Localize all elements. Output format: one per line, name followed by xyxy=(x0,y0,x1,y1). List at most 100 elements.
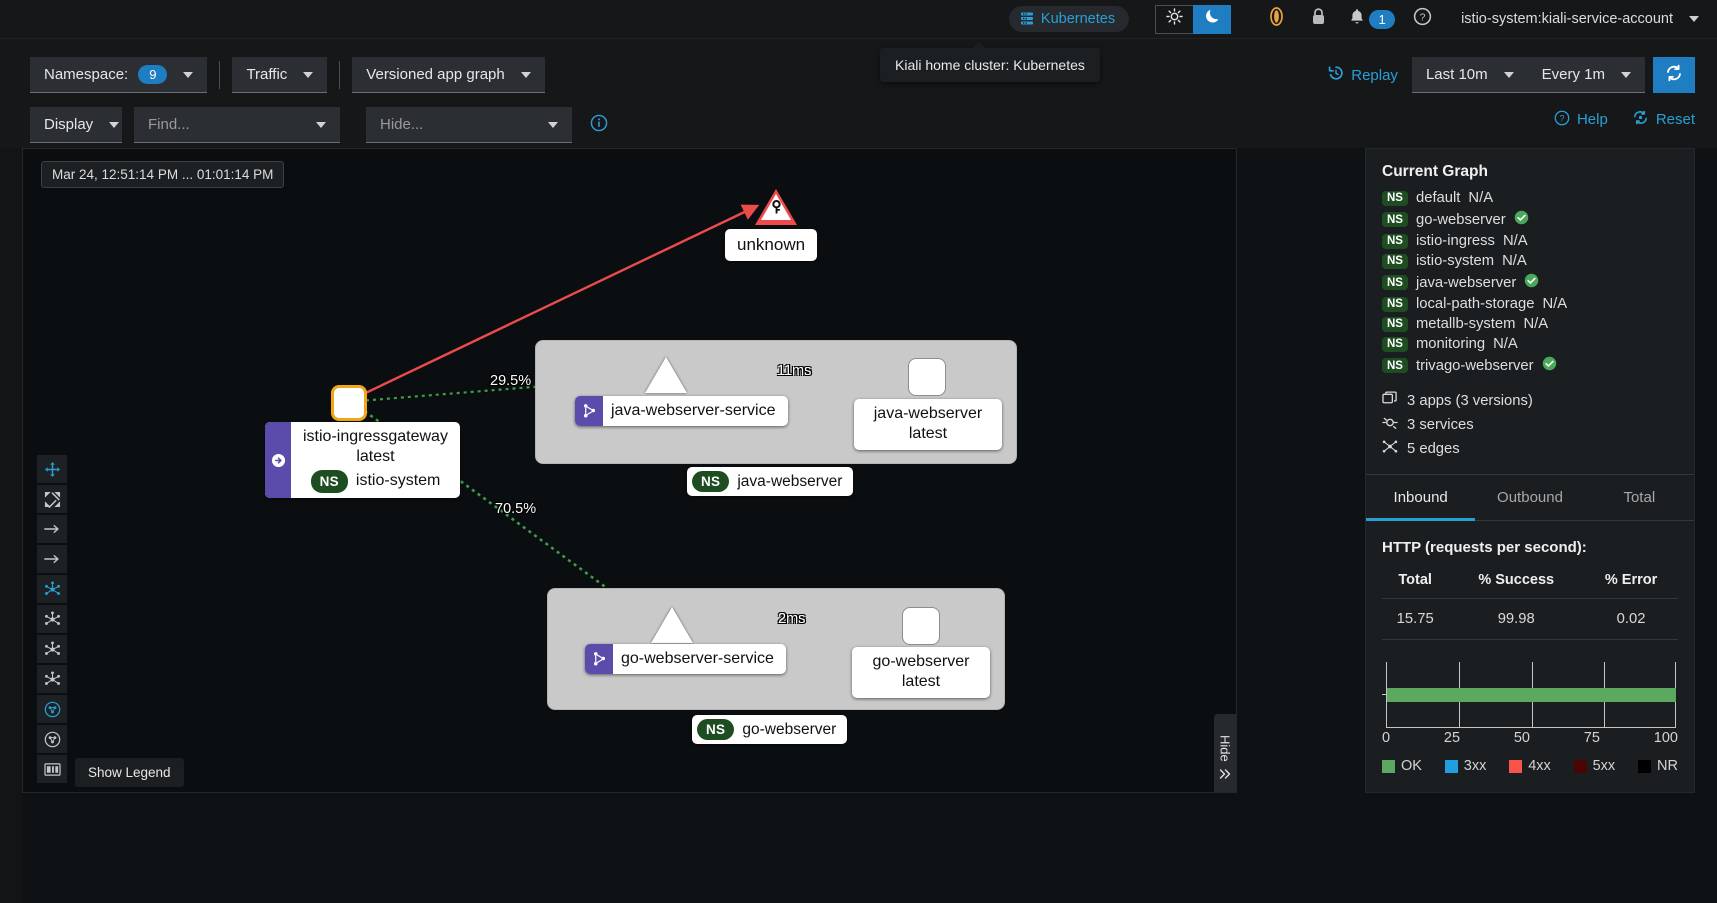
notifications-button[interactable]: 1 xyxy=(1339,8,1401,31)
ns-chip: NS xyxy=(1382,336,1408,352)
svg-text:?: ? xyxy=(1419,13,1425,24)
namespace-list-item[interactable]: NS istio-system N/A xyxy=(1382,253,1678,269)
namespace-box-label-java: NS java-webserver xyxy=(687,467,854,496)
show-legend-button[interactable] xyxy=(37,755,67,783)
toolbar-row-primary-right: Replay Last 10m Every 1m xyxy=(1328,57,1695,93)
namespace-status: N/A xyxy=(1502,233,1528,249)
cluster-chip[interactable]: Kubernetes xyxy=(1008,6,1130,32)
apps-icon xyxy=(1382,391,1398,410)
gateway-badge xyxy=(265,422,291,499)
chevron-down-icon xyxy=(183,71,194,78)
help-label: Help xyxy=(1576,111,1608,128)
legend-item-nr[interactable]: NR xyxy=(1638,758,1678,774)
namespace-label: Namespace: xyxy=(44,66,129,83)
val-error: 0.02 xyxy=(1584,598,1678,640)
layout-dagre-button[interactable] xyxy=(37,605,67,633)
namespace-list-item[interactable]: NS metallb-system N/A xyxy=(1382,316,1678,332)
circle-topology-icon xyxy=(44,701,60,717)
graph-node-go-webserver-service[interactable] xyxy=(651,607,693,643)
hide-input[interactable]: Hide... xyxy=(366,107,572,143)
layout-cola-button[interactable] xyxy=(37,575,67,603)
namespace-name: trivago-webserver xyxy=(1415,357,1534,374)
find-input[interactable]: Find... xyxy=(134,107,340,143)
graph-node-unknown[interactable] xyxy=(755,189,797,225)
legend-item-3xx[interactable]: 3xx xyxy=(1444,758,1486,774)
tab-total[interactable]: Total xyxy=(1584,475,1694,521)
virtual-service-badge xyxy=(585,644,613,675)
help-button[interactable]: ? xyxy=(1401,0,1443,38)
summary-services-text: 3 services xyxy=(1407,416,1474,433)
legend-icon xyxy=(43,762,61,776)
theme-toggle[interactable] xyxy=(1155,4,1232,34)
graph-canvas[interactable]: Mar 24, 12:51:14 PM ... 01:01:14 PM NS j… xyxy=(22,148,1237,793)
layout-grid-button[interactable] xyxy=(37,545,67,573)
graph-help-info-button[interactable] xyxy=(590,114,608,137)
namespace-layout-button[interactable] xyxy=(37,695,67,723)
topology-icon xyxy=(44,670,60,685)
tab-outbound[interactable]: Outbound xyxy=(1475,475,1585,521)
graph-node-java-webserver-service[interactable] xyxy=(645,357,687,393)
namespace-layout2-button[interactable] xyxy=(37,725,67,753)
ns-chip: NS xyxy=(1382,190,1408,206)
graph-type-selector[interactable]: Versioned app graph xyxy=(352,57,545,93)
namespace-name: java-webserver xyxy=(1415,274,1517,291)
refresh-interval-label: Every 1m xyxy=(1541,66,1605,83)
namespace-selector[interactable]: Namespace: 9 xyxy=(30,57,208,93)
light-theme-button[interactable] xyxy=(1155,4,1194,34)
refresh-button[interactable] xyxy=(1653,57,1695,93)
duration-selector[interactable]: Last 10m xyxy=(1411,57,1528,93)
layout-concentric-button[interactable] xyxy=(37,665,67,693)
side-panel-hide-handle[interactable]: Hide xyxy=(1214,714,1236,792)
namespace-list-item[interactable]: NS monitoring N/A xyxy=(1382,336,1678,352)
legend-item-ok[interactable]: OK xyxy=(1382,758,1422,774)
val-success: 99.98 xyxy=(1448,598,1585,640)
namespace-list-item[interactable]: NS local-path-storage N/A xyxy=(1382,296,1678,312)
tab-inbound[interactable]: Inbound xyxy=(1366,475,1476,521)
namespace-list-item[interactable]: NS java-webserver xyxy=(1382,273,1678,292)
namespace-list-item[interactable]: NS istio-ingress N/A xyxy=(1382,233,1678,249)
legend-item-5xx[interactable]: 5xx xyxy=(1573,758,1615,774)
graph-summary: 3 apps (3 versions) 3 services 5 edges xyxy=(1382,391,1678,458)
replay-button[interactable]: Replay xyxy=(1328,65,1398,85)
toolbar-divider xyxy=(339,61,341,89)
summary-services: 3 services xyxy=(1382,415,1678,434)
layout-dagre-lr-button[interactable] xyxy=(37,515,67,543)
fit-to-screen-button[interactable] xyxy=(37,485,67,513)
reset-link[interactable]: Reset xyxy=(1632,109,1695,130)
traffic-selector[interactable]: Traffic xyxy=(232,57,328,93)
security-lock-button[interactable] xyxy=(1297,0,1339,38)
graph-node-go-webserver-app[interactable] xyxy=(902,607,940,645)
drag-mode-button[interactable] xyxy=(37,455,67,483)
istio-status-button[interactable] xyxy=(1255,0,1297,38)
graph-node-istio-ingressgateway[interactable] xyxy=(331,385,367,421)
graph-node-label-go-service: go-webserver-service xyxy=(585,644,786,675)
arrow-right-icon xyxy=(44,555,59,563)
question-circle-icon: ? xyxy=(1554,110,1570,130)
legend-item-4xx[interactable]: 4xx xyxy=(1509,758,1551,774)
graph-node-java-webserver-app[interactable] xyxy=(908,358,946,396)
display-selector[interactable]: Display xyxy=(30,107,122,143)
graph-node-version: latest xyxy=(901,673,941,691)
graph-tools-toolbar xyxy=(37,455,67,783)
toolbar-divider xyxy=(219,61,221,89)
namespace-list-item[interactable]: NS default N/A xyxy=(1382,190,1678,206)
col-total: Total xyxy=(1382,568,1449,599)
user-menu[interactable]: istio-system:kiali-service-account xyxy=(1461,11,1699,27)
dark-theme-button[interactable] xyxy=(1193,4,1232,34)
legend-swatch-3xx xyxy=(1444,759,1458,773)
namespace-list-item[interactable]: NS trivago-webserver xyxy=(1382,356,1678,375)
legend-label-nr: NR xyxy=(1657,758,1678,774)
circle-topology-icon xyxy=(44,731,60,747)
sync-icon xyxy=(1665,64,1683,87)
graph-side-panel: Current Graph NS default N/A NS go-webse… xyxy=(1365,148,1695,793)
help-link[interactable]: ? Help xyxy=(1554,110,1608,130)
legend-swatch-nr xyxy=(1638,759,1651,773)
refresh-interval-selector[interactable]: Every 1m xyxy=(1527,57,1645,93)
namespace-list-item[interactable]: NS go-webserver xyxy=(1382,210,1678,229)
toolbar-row-secondary: Display Find... Hide... xyxy=(30,107,608,143)
layout-grid2-button[interactable] xyxy=(37,635,67,663)
ns-chip: NS xyxy=(1382,253,1408,269)
show-legend-tooltip: Show Legend xyxy=(75,758,184,787)
user-name: istio-system:kiali-service-account xyxy=(1461,11,1673,27)
chart-legend: OK 3xx 4xx 5xx NR xyxy=(1382,758,1678,774)
